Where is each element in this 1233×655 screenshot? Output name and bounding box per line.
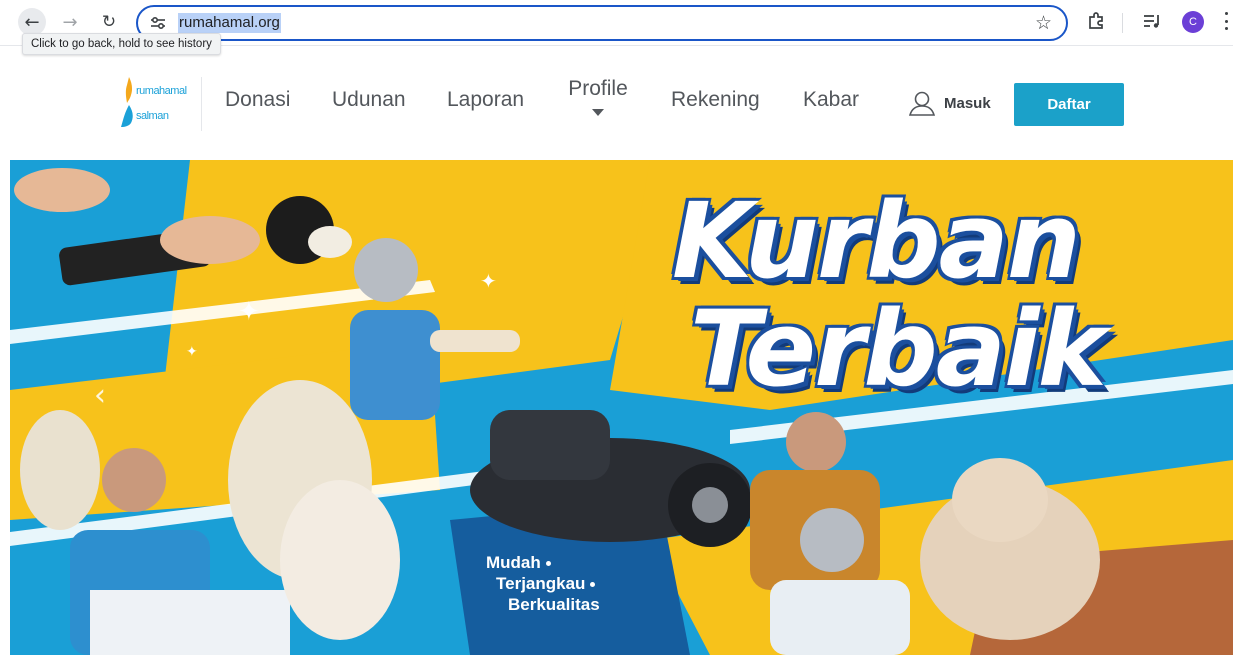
svg-text:✦: ✦ xyxy=(186,344,198,360)
hero-headline-line2: Terbaik xyxy=(690,288,1107,410)
hero-tagline: Mudah Terjangkau Berkualitas xyxy=(480,552,640,615)
bookmark-star-icon[interactable]: ☆ xyxy=(1035,12,1052,34)
nav-kabar[interactable]: Kabar xyxy=(803,88,859,112)
nav-profile-label: Profile xyxy=(568,77,628,100)
chevron-down-icon xyxy=(592,109,604,116)
back-arrow-icon[interactable]: ← xyxy=(18,8,46,36)
register-button[interactable]: Daftar xyxy=(1014,83,1124,126)
hero-banner[interactable]: ✦ ✦ ✦ Kurban Terbaik Mudah Terjangkau Be… xyxy=(10,160,1233,655)
bullet-dot-icon xyxy=(545,561,551,567)
site-logo[interactable]: rumahamal salman xyxy=(120,77,187,135)
bullet-dot-icon xyxy=(590,582,596,588)
media-controls-icon[interactable] xyxy=(1142,10,1164,32)
logo-text-line2: salman xyxy=(136,110,169,122)
tagline-item: Mudah xyxy=(486,553,541,572)
site-header: rumahamal salman Donasi Udunan Laporan P… xyxy=(0,47,1233,160)
menu-dots-icon[interactable] xyxy=(1222,9,1230,33)
logo-text-line1: rumahamal xyxy=(136,85,187,97)
nav-laporan[interactable]: Laporan xyxy=(447,88,524,112)
toolbar-divider xyxy=(1122,13,1123,33)
login-link[interactable]: Masuk xyxy=(908,90,991,116)
logo-flame-icon xyxy=(125,77,133,103)
nav-udunan[interactable]: Udunan xyxy=(332,88,406,112)
reload-icon[interactable]: ↻ xyxy=(95,8,123,36)
user-icon xyxy=(908,91,936,116)
hero-headline: Kurban Terbaik xyxy=(650,180,1210,410)
slider-prev-arrow-icon[interactable]: ‹ xyxy=(88,378,112,413)
header-divider xyxy=(201,77,202,131)
nav-donasi[interactable]: Donasi xyxy=(225,88,290,112)
nav-profile-dropdown[interactable]: Profile xyxy=(567,77,629,116)
back-button-tooltip: Click to go back, hold to see history xyxy=(22,33,221,55)
svg-text:✦: ✦ xyxy=(238,297,260,327)
logo-drop-icon xyxy=(121,105,133,127)
site-info-icon[interactable] xyxy=(148,14,168,32)
tagline-item: Terjangkau xyxy=(496,574,586,593)
forward-arrow-icon[interactable]: → xyxy=(56,8,84,36)
extensions-icon[interactable] xyxy=(1084,9,1108,33)
profile-avatar[interactable]: C xyxy=(1182,11,1204,33)
url-text[interactable]: rumahamal.org xyxy=(178,13,281,33)
address-bar[interactable]: rumahamal.org ☆ xyxy=(136,5,1068,41)
svg-text:✦: ✦ xyxy=(480,269,497,293)
login-label: Masuk xyxy=(944,94,991,112)
nav-rekening[interactable]: Rekening xyxy=(671,88,760,112)
tagline-item: Berkualitas xyxy=(508,595,600,614)
hero-headline-line1: Kurban xyxy=(672,180,1081,302)
